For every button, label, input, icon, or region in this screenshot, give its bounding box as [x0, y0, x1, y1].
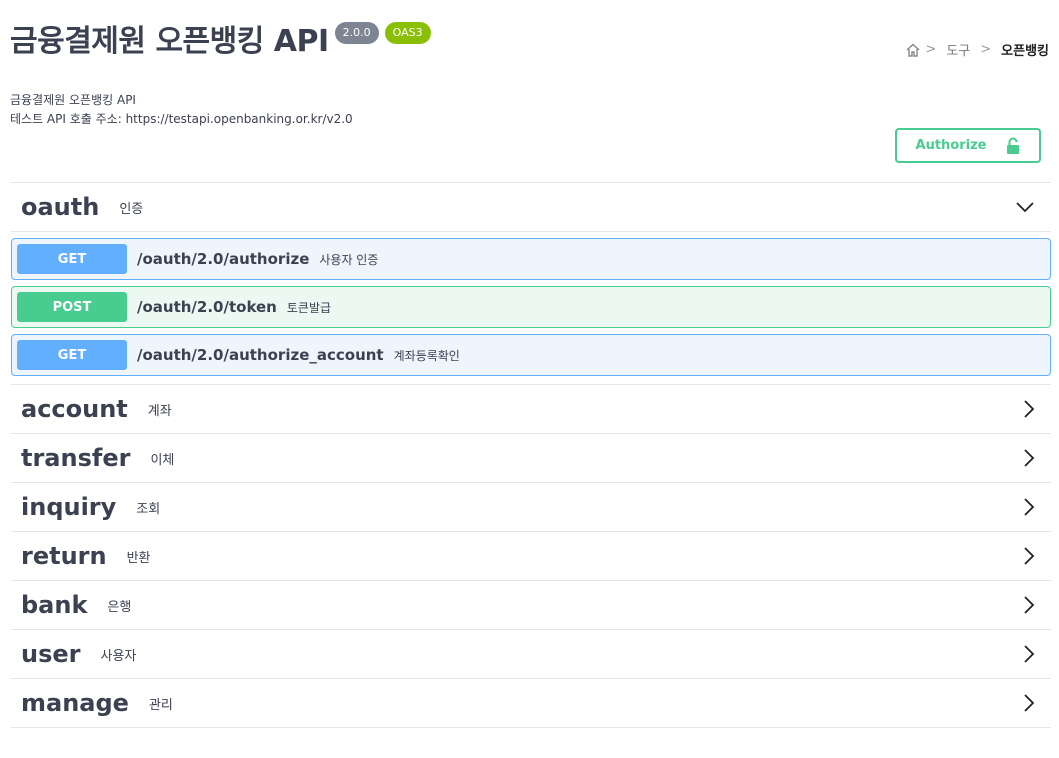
authorize-label: Authorize	[915, 138, 987, 153]
section-title: bank	[21, 591, 88, 619]
title-area: 금융결제원 오픈뱅킹 API 2.0.0 OAS3	[10, 18, 431, 66]
operation-get-authorize-account[interactable]: GET /oauth/2.0/authorize_account 계좌등록확인	[11, 334, 1051, 376]
oas-badge: OAS3	[384, 22, 431, 44]
api-description: 금융결제원 오픈뱅킹 API 테스트 API 호출 주소: https://te…	[10, 91, 353, 129]
swagger-page: 금융결제원 오픈뱅킹 API 2.0.0 OAS3 > 도구 > 오픈뱅킹 금융…	[0, 0, 1059, 758]
breadcrumb-separator: >	[980, 42, 992, 57]
description-line: 테스트 API 호출 주소: https://testapi.openbanki…	[10, 112, 353, 126]
operation-summary: 계좌등록확인	[393, 348, 460, 363]
section-description: 은행	[107, 599, 132, 615]
operation-summary: 토큰발급	[286, 300, 332, 315]
section-manage[interactable]: manage 관리	[11, 679, 1051, 728]
chevron-right-icon[interactable]	[1023, 644, 1035, 664]
section-description: 관리	[148, 697, 173, 713]
version-badge: 2.0.0	[334, 22, 379, 44]
method-badge: GET	[17, 340, 127, 370]
breadcrumb-item-openbanking: 오픈뱅킹	[1001, 44, 1049, 59]
section-title: manage	[21, 689, 129, 717]
chevron-down-icon[interactable]	[1015, 201, 1035, 213]
method-badge: POST	[17, 292, 127, 322]
section-bank[interactable]: bank 은행	[11, 581, 1051, 630]
description-line: 금융결제원 오픈뱅킹 API	[10, 93, 136, 107]
chevron-right-icon[interactable]	[1023, 693, 1035, 713]
section-description: 반환	[126, 550, 151, 566]
chevron-right-icon[interactable]	[1023, 399, 1035, 419]
chevron-right-icon[interactable]	[1023, 595, 1035, 615]
operation-post-token[interactable]: POST /oauth/2.0/token 토큰발급	[11, 286, 1051, 328]
chevron-right-icon[interactable]	[1023, 497, 1035, 517]
section-description: 사용자	[100, 648, 137, 664]
breadcrumb-separator: >	[925, 42, 937, 57]
method-badge: GET	[17, 244, 127, 274]
section-description: 인증	[119, 201, 144, 217]
section-description: 조회	[136, 501, 161, 517]
operation-path: /oauth/2.0/authorize_account	[137, 346, 384, 364]
lock-icon	[1006, 137, 1020, 155]
operation-get-authorize[interactable]: GET /oauth/2.0/authorize 사용자 인증	[11, 238, 1051, 280]
operations-list: GET /oauth/2.0/authorize 사용자 인증 POST /oa…	[11, 238, 1051, 385]
section-title: user	[21, 640, 81, 668]
section-inquiry[interactable]: inquiry 조회	[11, 483, 1051, 532]
operation-path: /oauth/2.0/token	[137, 298, 277, 316]
section-user[interactable]: user 사용자	[11, 630, 1051, 679]
section-account[interactable]: account 계좌	[11, 385, 1051, 434]
operation-path: /oauth/2.0/authorize	[137, 250, 310, 268]
section-title: oauth	[21, 193, 100, 221]
section-title: inquiry	[21, 493, 117, 521]
breadcrumb: > 도구 > 오픈뱅킹	[905, 40, 1049, 59]
section-description: 이체	[150, 452, 175, 468]
chevron-right-icon[interactable]	[1023, 448, 1035, 468]
tag-sections: oauth 인증 GET /oauth/2.0/authorize 사용자 인증…	[11, 182, 1051, 728]
breadcrumb-item-tools[interactable]: 도구	[946, 40, 970, 59]
home-icon[interactable]	[905, 42, 921, 58]
page-title: 금융결제원 오픈뱅킹 API	[10, 24, 329, 59]
operation-summary: 사용자 인증	[319, 252, 379, 267]
section-title: transfer	[21, 444, 131, 472]
section-description: 계좌	[147, 403, 172, 419]
chevron-right-icon[interactable]	[1023, 546, 1035, 566]
section-return[interactable]: return 반환	[11, 532, 1051, 581]
section-transfer[interactable]: transfer 이체	[11, 434, 1051, 483]
section-title: account	[21, 395, 128, 423]
section-title: return	[21, 542, 107, 570]
authorize-button[interactable]: Authorize	[895, 128, 1041, 163]
section-oauth[interactable]: oauth 인증	[11, 182, 1051, 232]
